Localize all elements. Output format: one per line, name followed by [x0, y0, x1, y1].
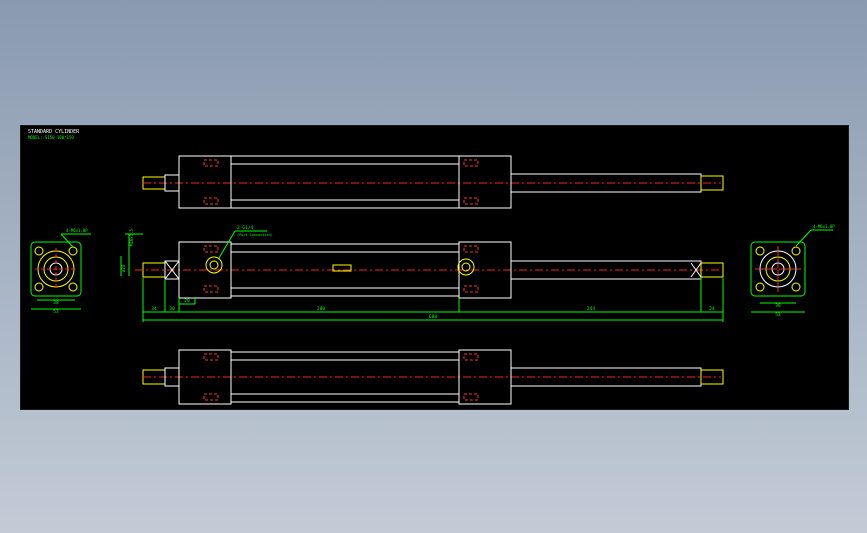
front-end-view [30, 233, 91, 310]
front-width-outer: 53 [53, 309, 59, 315]
cad-drawing: STANDARD CYLINDER MODEL: SI50 100*150 4-… [28, 129, 835, 405]
dim-rod-end: 24 [709, 306, 715, 312]
front-port [205, 256, 223, 274]
dim-head-offset: 20 [184, 298, 190, 304]
rear-end-view [750, 229, 833, 313]
top-view [142, 155, 724, 209]
dim-rod-length: 244 [587, 306, 595, 312]
front-width-inner: 38 [53, 300, 59, 306]
port-callout: 2-G1/4 [237, 225, 254, 231]
bore-label: ø20 [121, 264, 126, 272]
top-front-cap [178, 155, 232, 209]
front-flange-callout: 4-M6x1.0P [66, 228, 88, 233]
top-rear-cap [458, 155, 512, 209]
rear-port [457, 258, 475, 276]
dim-overall-length: 688 [429, 314, 437, 320]
model-text: MODEL: SI50 100*150 [28, 135, 74, 140]
rod-dia-label: M16x1.5 [129, 229, 134, 246]
rear-flange-callout: 4-M6x1.0P [813, 224, 835, 229]
dim-body-length: 280 [317, 306, 325, 312]
port-note: (Port Connection) [237, 233, 273, 237]
rear-width-inner: 38 [775, 303, 781, 309]
dim-rod-offset: 30 [169, 306, 175, 312]
rear-flange [750, 241, 806, 297]
drawing-sheet: STANDARD CYLINDER MODEL: SI50 100*150 4-… [20, 125, 849, 410]
rear-width-outer: 53 [775, 312, 781, 318]
dim-thread-length: 34 [151, 306, 157, 312]
bottom-view [142, 349, 724, 405]
